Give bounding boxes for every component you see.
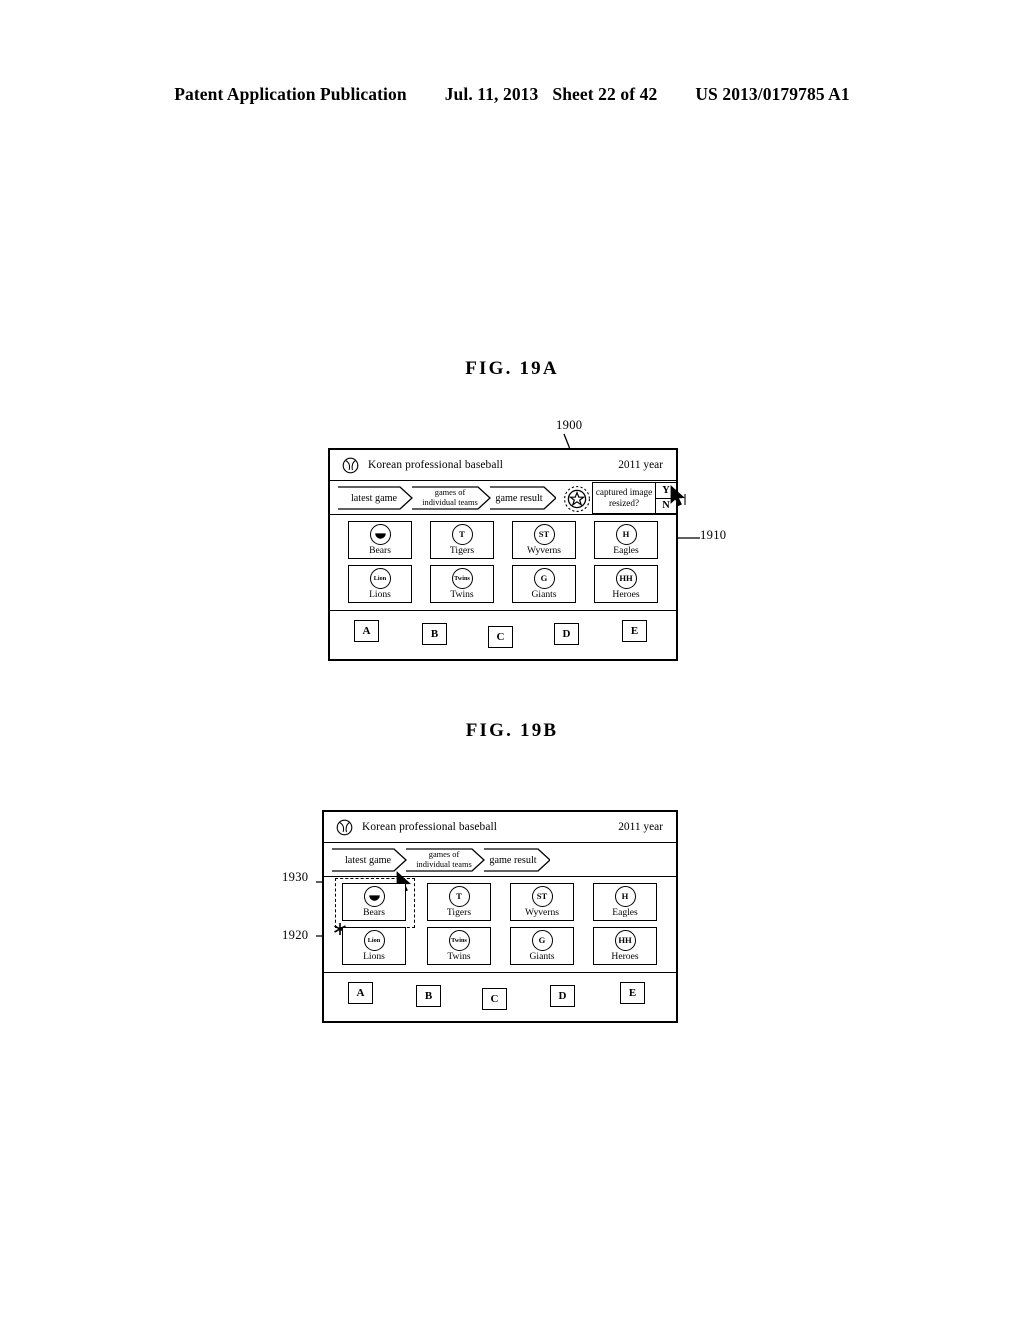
publication-number: US 2013/0179785 A1 bbox=[695, 84, 850, 104]
letter-button-e[interactable]: E bbox=[620, 982, 645, 1004]
sheet-number: Sheet 22 of 42 bbox=[552, 84, 658, 104]
tigers-logo-icon: T bbox=[448, 886, 470, 908]
tooltip-message: captured image resized? bbox=[593, 483, 656, 513]
tv-ui-screen-19b: Korean professional baseball 2011 year l… bbox=[322, 810, 678, 1023]
reference-numeral-1930: 1930 bbox=[282, 870, 309, 884]
lions-logo-icon: Lion bbox=[369, 568, 391, 590]
tigers-logo-icon: T bbox=[451, 524, 473, 546]
team-name: Heroes bbox=[612, 589, 640, 601]
star-in-circle-icon[interactable] bbox=[563, 485, 591, 513]
season-year: 2011 year bbox=[618, 821, 663, 833]
app-title: Korean professional baseball bbox=[362, 821, 498, 833]
letter-button-c[interactable]: C bbox=[482, 988, 507, 1010]
letter-button-d[interactable]: D bbox=[554, 623, 579, 645]
team-name: Bears bbox=[369, 545, 391, 557]
breadcrumb-games-of-teams-line1[interactable]: games of bbox=[408, 850, 480, 860]
tooltip-line-2: resized? bbox=[608, 498, 640, 508]
tv-ui-screen-19a: Korean professional baseball 2011 year l… bbox=[328, 448, 686, 661]
wyverns-logo-icon: ST bbox=[531, 886, 553, 908]
twins-logo-icon: Twins bbox=[448, 930, 470, 952]
app-title: Korean professional baseball bbox=[368, 459, 504, 471]
publication-header: Patent Application Publication Jul. 11, … bbox=[0, 84, 1024, 105]
team-name: Bears bbox=[363, 907, 385, 919]
breadcrumb-bar: latest game games of individual teams ga… bbox=[324, 843, 676, 877]
wyverns-logo-icon: ST bbox=[533, 524, 555, 546]
giants-logo-icon: G bbox=[533, 568, 555, 590]
team-box-lions[interactable]: Lion Lions bbox=[342, 927, 406, 965]
title-bar: Korean professional baseball 2011 year bbox=[324, 812, 676, 843]
breadcrumb-games-of-teams-line2[interactable]: individual teams bbox=[408, 860, 480, 870]
bears-logo-icon bbox=[363, 886, 385, 908]
team-box-wyverns[interactable]: ST Wyverns bbox=[512, 521, 576, 559]
breadcrumb-latest-game[interactable]: latest game bbox=[338, 855, 398, 866]
letter-button-a[interactable]: A bbox=[354, 620, 379, 642]
breadcrumb-games-of-teams-line2[interactable]: individual teams bbox=[414, 498, 486, 508]
bears-logo-icon bbox=[369, 524, 391, 546]
season-year: 2011 year bbox=[618, 459, 663, 471]
team-box-tigers[interactable]: T Tigers bbox=[427, 883, 491, 921]
letter-button-b[interactable]: B bbox=[422, 623, 447, 645]
team-name: Giants bbox=[531, 589, 557, 601]
heroes-logo-icon: HH bbox=[614, 930, 636, 952]
reference-numeral-1920: 1920 bbox=[282, 928, 309, 942]
tooltip-line-1: captured image bbox=[595, 486, 653, 497]
team-grid: Bears T Tigers ST Wyverns H Eagles Lion … bbox=[330, 515, 676, 611]
giants-logo-icon: G bbox=[531, 930, 553, 952]
team-name: Eagles bbox=[613, 545, 639, 557]
letter-nav-row: A B C D E bbox=[330, 611, 676, 657]
breadcrumb-game-result[interactable]: game result bbox=[488, 493, 550, 504]
letter-button-e[interactable]: E bbox=[622, 620, 647, 642]
team-box-wyverns[interactable]: ST Wyverns bbox=[510, 883, 574, 921]
team-box-eagles[interactable]: H Eagles bbox=[593, 883, 657, 921]
letter-button-d[interactable]: D bbox=[550, 985, 575, 1007]
breadcrumb-bar: latest game games of individual teams ga… bbox=[330, 481, 686, 515]
team-name: Heroes bbox=[611, 951, 639, 963]
baseball-icon bbox=[336, 819, 353, 835]
team-name: Tigers bbox=[446, 907, 472, 919]
eagles-logo-icon: H bbox=[615, 524, 637, 546]
breadcrumb-game-result[interactable]: game result bbox=[482, 855, 544, 866]
letter-nav-row: A B C D E bbox=[324, 973, 676, 1019]
team-name: Twins bbox=[447, 951, 471, 963]
team-name: Wyverns bbox=[524, 907, 560, 919]
title-bar: Korean professional baseball 2011 year bbox=[330, 450, 676, 481]
team-name: Lions bbox=[363, 951, 385, 963]
lions-logo-icon: Lion bbox=[363, 930, 385, 952]
letter-button-b[interactable]: B bbox=[416, 985, 441, 1007]
team-box-bears[interactable]: Bears bbox=[348, 521, 412, 559]
figure-caption-19a: FIG. 19A bbox=[465, 358, 559, 379]
heroes-logo-icon: HH bbox=[615, 568, 637, 590]
team-box-twins[interactable]: Twins Twins bbox=[430, 565, 494, 603]
publication-date: Jul. 11, 2013 bbox=[444, 84, 539, 104]
breadcrumb-latest-game[interactable]: latest game bbox=[344, 493, 404, 504]
breadcrumb-games-of-teams-line1[interactable]: games of bbox=[414, 488, 486, 498]
team-name: Twins bbox=[450, 589, 474, 601]
team-name: Eagles bbox=[612, 907, 638, 919]
team-box-bears[interactable]: Bears bbox=[342, 883, 406, 921]
eagles-logo-icon: H bbox=[614, 886, 636, 908]
team-name: Giants bbox=[529, 951, 555, 963]
figure-caption-19b: FIG. 19B bbox=[465, 720, 559, 741]
team-box-tigers[interactable]: T Tigers bbox=[430, 521, 494, 559]
baseball-icon bbox=[342, 457, 359, 473]
team-name: Tigers bbox=[449, 545, 475, 557]
team-box-heroes[interactable]: HH Heroes bbox=[593, 927, 657, 965]
team-box-lions[interactable]: Lion Lions bbox=[348, 565, 412, 603]
letter-button-a[interactable]: A bbox=[348, 982, 373, 1004]
team-box-giants[interactable]: G Giants bbox=[512, 565, 576, 603]
letter-button-c[interactable]: C bbox=[488, 626, 513, 648]
resize-confirm-tooltip: captured image resized? Y N bbox=[592, 482, 677, 514]
team-name: Wyverns bbox=[526, 545, 562, 557]
team-box-giants[interactable]: G Giants bbox=[510, 927, 574, 965]
team-name: Lions bbox=[369, 589, 391, 601]
team-grid: Bears T Tigers ST Wyverns H Eagles Lion … bbox=[324, 871, 676, 973]
mouse-cursor-icon bbox=[670, 485, 686, 507]
twins-logo-icon: Twins bbox=[451, 568, 473, 590]
publication-header-left: Patent Application Publication bbox=[174, 84, 407, 104]
reference-numeral-1900: 1900 bbox=[556, 418, 583, 432]
team-box-heroes[interactable]: HH Heroes bbox=[594, 565, 658, 603]
team-box-eagles[interactable]: H Eagles bbox=[594, 521, 658, 559]
team-box-twins[interactable]: Twins Twins bbox=[427, 927, 491, 965]
